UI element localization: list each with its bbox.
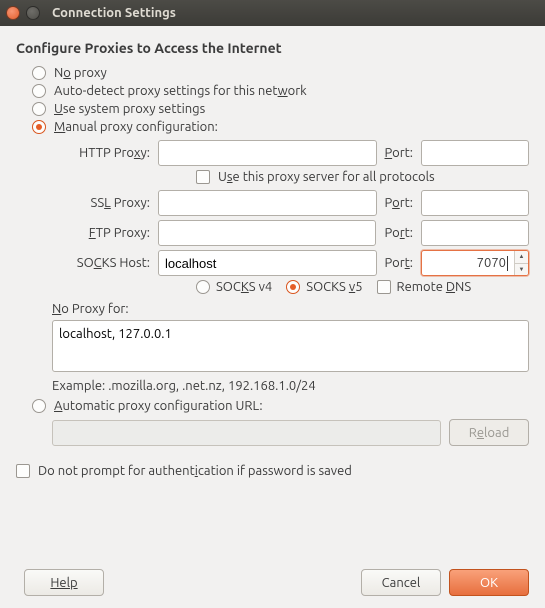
http-port-label: Port: [385,146,414,160]
use-all-checkbox[interactable] [196,170,210,184]
ssl-proxy-label: SSL Proxy: [52,196,150,210]
remote-dns-checkbox[interactable]: Remote DNS [377,280,472,294]
auth-prompt-checkbox[interactable] [16,464,30,478]
radio-system-proxy-label: Use system proxy settings [54,102,205,116]
radio-no-proxy[interactable]: No proxy [32,66,529,80]
ssl-proxy-host[interactable] [158,190,377,216]
ssl-port-label: Port: [385,196,414,210]
http-port-field[interactable]: ▲ ▼ [421,140,529,166]
no-proxy-example: Example: .mozilla.org, .net.nz, 192.168.… [52,379,529,393]
radio-system-proxy[interactable]: Use system proxy settings [32,102,529,116]
http-port-input[interactable] [422,141,529,165]
radio-auto-config-url[interactable]: Automatic proxy configuration URL: [32,399,529,413]
reload-button: Reload [449,419,529,446]
socks-v5-radio[interactable]: SOCKS v5 [286,280,362,294]
http-proxy-label: HTTP Proxy: [52,146,150,160]
spin-up-icon[interactable]: ▲ [515,251,528,264]
socks-port-input[interactable]: 7070 [422,251,514,275]
radio-auto-config-url-label: Automatic proxy configuration URL: [54,399,263,413]
radio-manual-proxy-label: Manual proxy configuration: [54,120,218,134]
socks-host-input[interactable] [158,250,377,276]
ssl-port-field[interactable]: ▲ ▼ [421,190,529,216]
help-button[interactable]: Help [24,569,104,596]
auth-prompt-label: Do not prompt for authentication if pass… [38,464,352,478]
ftp-port-label: Port: [384,226,413,240]
ftp-port-field[interactable]: ▲ ▼ [421,220,529,246]
cancel-button[interactable]: Cancel [361,569,441,596]
ftp-proxy-host[interactable] [158,220,376,246]
window-title: Connection Settings [52,6,176,20]
ok-button[interactable]: OK [449,569,529,596]
socks-host-label: SOCKS Host: [52,256,150,270]
radio-manual-proxy[interactable]: Manual proxy configuration: [32,120,529,134]
titlebar: Connection Settings [0,0,545,26]
radio-auto-detect[interactable]: Auto-detect proxy settings for this netw… [32,84,529,98]
socks-port-label: Port: [385,256,414,270]
ssl-port-input[interactable] [422,191,529,215]
close-icon[interactable] [6,6,20,20]
page-heading: Configure Proxies to Access the Internet [16,40,529,56]
socks-port-field[interactable]: 7070 ▲ ▼ [421,250,529,276]
radio-no-proxy-label: No proxy [54,66,107,80]
ftp-proxy-label: FTP Proxy: [52,226,150,240]
http-proxy-host[interactable] [158,140,377,166]
spin-down-icon[interactable]: ▼ [515,264,528,276]
socks-v4-radio[interactable]: SOCKS v4 [196,280,272,294]
auto-config-url-input [52,420,441,446]
no-proxy-for-label: No Proxy for: [52,302,529,316]
radio-auto-detect-label: Auto-detect proxy settings for this netw… [54,84,307,98]
minimize-icon[interactable] [26,6,40,20]
no-proxy-textarea[interactable] [52,320,529,372]
ftp-port-input[interactable] [422,221,529,245]
use-all-label: Use this proxy server for all protocols [218,170,435,184]
